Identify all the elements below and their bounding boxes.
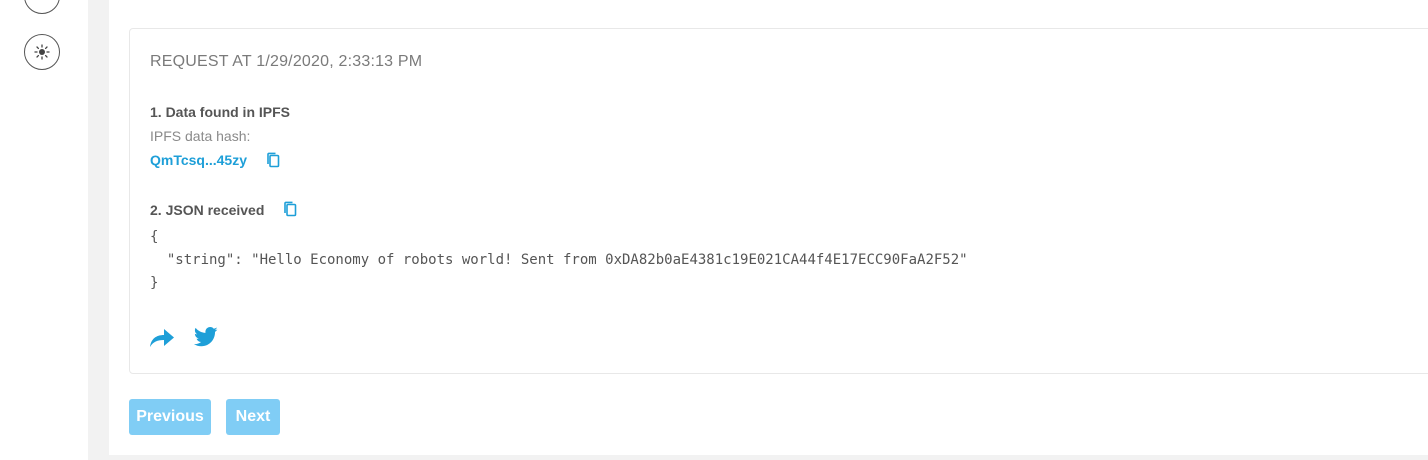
- json-step-title: 2. JSON received: [150, 202, 265, 218]
- next-button[interactable]: Next: [226, 399, 280, 435]
- copy-icon[interactable]: [266, 152, 280, 168]
- sidebar-round-button[interactable]: [24, 0, 60, 14]
- previous-button[interactable]: Previous: [129, 399, 211, 435]
- copy-json-icon[interactable]: [283, 201, 297, 217]
- sidebar: [0, 0, 88, 460]
- ipfs-hash-link[interactable]: QmTcsq...45zy: [150, 152, 247, 168]
- json-content: { "string": "Hello Economy of robots wor…: [150, 229, 968, 291]
- ipfs-hash-label: IPFS data hash:: [150, 128, 251, 144]
- request-title: REQUEST AT 1/29/2020, 2:33:13 PM: [150, 53, 423, 70]
- twitter-icon[interactable]: [194, 326, 218, 348]
- share-icon[interactable]: [149, 327, 175, 348]
- ipfs-step-title: 1. Data found in IPFS: [150, 104, 291, 120]
- request-card: [129, 28, 1428, 374]
- sun-icon: [34, 44, 50, 60]
- theme-toggle-button[interactable]: [24, 34, 60, 70]
